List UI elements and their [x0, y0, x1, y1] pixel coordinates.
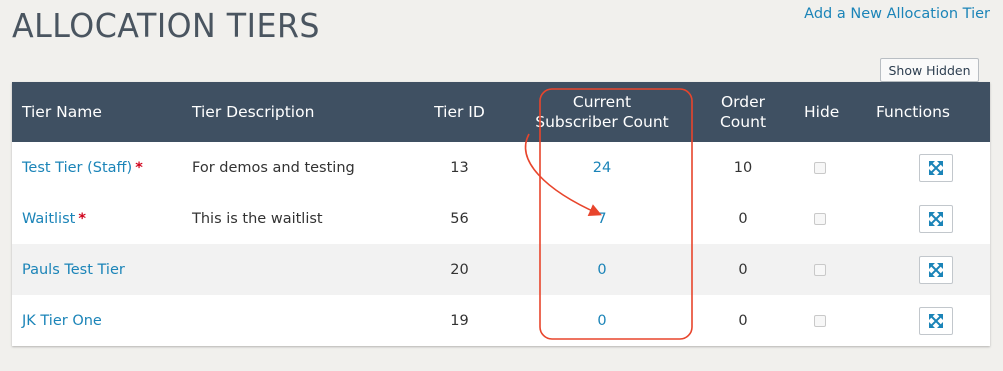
expand-arrows-icon: [928, 262, 944, 278]
add-allocation-tier-link[interactable]: Add a New Allocation Tier: [804, 6, 990, 22]
tier-name-link[interactable]: Waitlist: [22, 211, 75, 227]
functions-cell: [836, 142, 990, 193]
column-header-order-count[interactable]: Order Count: [682, 82, 804, 142]
allocation-tiers-table: Tier Name Tier Description Tier ID Curre…: [12, 82, 990, 346]
column-header-tier-id[interactable]: Tier ID: [397, 82, 522, 142]
tier-id-cell: 13: [450, 159, 469, 176]
order-count-cell: 0: [738, 312, 748, 329]
functions-cell: [836, 295, 990, 346]
column-header-hide: Hide: [804, 103, 840, 121]
subscriber-count-link[interactable]: 7: [597, 211, 606, 227]
table-row: Test Tier (Staff) * For demos and testing 1…: [12, 142, 990, 193]
tier-name-link[interactable]: Pauls Test Tier: [22, 262, 125, 278]
required-marker: *: [135, 159, 143, 176]
column-header-functions: Functions: [875, 103, 950, 121]
subscriber-count-cell: 7: [522, 193, 682, 244]
expand-arrows-icon: [928, 313, 944, 329]
table-header-row: Tier Name Tier Description Tier ID Curre…: [12, 82, 990, 142]
column-header-subscriber-count[interactable]: Current Subscriber Count: [522, 82, 682, 142]
hide-cell: [804, 193, 836, 244]
tier-name-cell: Pauls Test Tier: [12, 244, 192, 295]
tier-id-cell: 20: [450, 261, 469, 278]
expand-button[interactable]: [919, 306, 953, 335]
table-row: Pauls Test Tier 20 0 0: [12, 244, 990, 295]
column-header-subscriber-count-line1: Current: [572, 93, 632, 111]
table-row: JK Tier One 19 0 0: [12, 295, 990, 346]
subscriber-count-cell: 24: [522, 142, 682, 193]
order-count-cell: 10: [733, 159, 753, 176]
tier-name-cell: JK Tier One: [12, 295, 192, 346]
tier-id-cell: 19: [450, 312, 469, 329]
hide-cell: [804, 142, 836, 193]
column-header-tier-description[interactable]: Tier Description: [192, 82, 397, 142]
tier-name-cell: Waitlist *: [12, 193, 192, 244]
tier-name-link[interactable]: Test Tier (Staff): [22, 160, 132, 176]
expand-arrows-icon: [928, 211, 944, 227]
page-title: ALLOCATION TIERS: [12, 6, 321, 45]
expand-button[interactable]: [919, 153, 953, 182]
tier-name-link[interactable]: JK Tier One: [22, 313, 102, 329]
column-header-tier-name[interactable]: Tier Name: [12, 82, 192, 142]
subscriber-count-link[interactable]: 24: [593, 160, 611, 176]
hide-checkbox[interactable]: [814, 212, 826, 225]
show-hidden-button[interactable]: Show Hidden: [880, 58, 979, 82]
column-header-subscriber-count-line2: Subscriber Count: [535, 113, 669, 131]
hide-cell: [804, 244, 836, 295]
column-header-order-count-line1: Order: [720, 93, 766, 111]
table-row: Waitlist * This is the waitlist 56 7 0: [12, 193, 990, 244]
subscriber-count-link[interactable]: 0: [597, 262, 606, 278]
order-count-cell: 0: [738, 261, 748, 278]
hide-checkbox[interactable]: [814, 161, 826, 174]
hide-checkbox[interactable]: [814, 314, 826, 327]
expand-arrows-icon: [928, 160, 944, 176]
hide-cell: [804, 295, 836, 346]
subscriber-count-link[interactable]: 0: [597, 313, 606, 329]
expand-button[interactable]: [919, 255, 953, 284]
hide-checkbox[interactable]: [814, 263, 826, 276]
tier-description-cell: For demos and testing: [192, 159, 355, 176]
tier-description-cell: This is the waitlist: [192, 210, 323, 227]
required-marker: *: [78, 210, 86, 227]
functions-cell: [836, 193, 990, 244]
expand-button[interactable]: [919, 204, 953, 233]
order-count-cell: 0: [738, 210, 748, 227]
tier-name-cell: Test Tier (Staff) *: [12, 142, 192, 193]
column-header-order-count-line2: Count: [719, 113, 767, 131]
tier-description-cell: [192, 244, 397, 295]
subscriber-count-cell: 0: [522, 295, 682, 346]
subscriber-count-cell: 0: [522, 244, 682, 295]
tier-description-cell: [192, 295, 397, 346]
functions-cell: [836, 244, 990, 295]
tier-id-cell: 56: [450, 210, 469, 227]
